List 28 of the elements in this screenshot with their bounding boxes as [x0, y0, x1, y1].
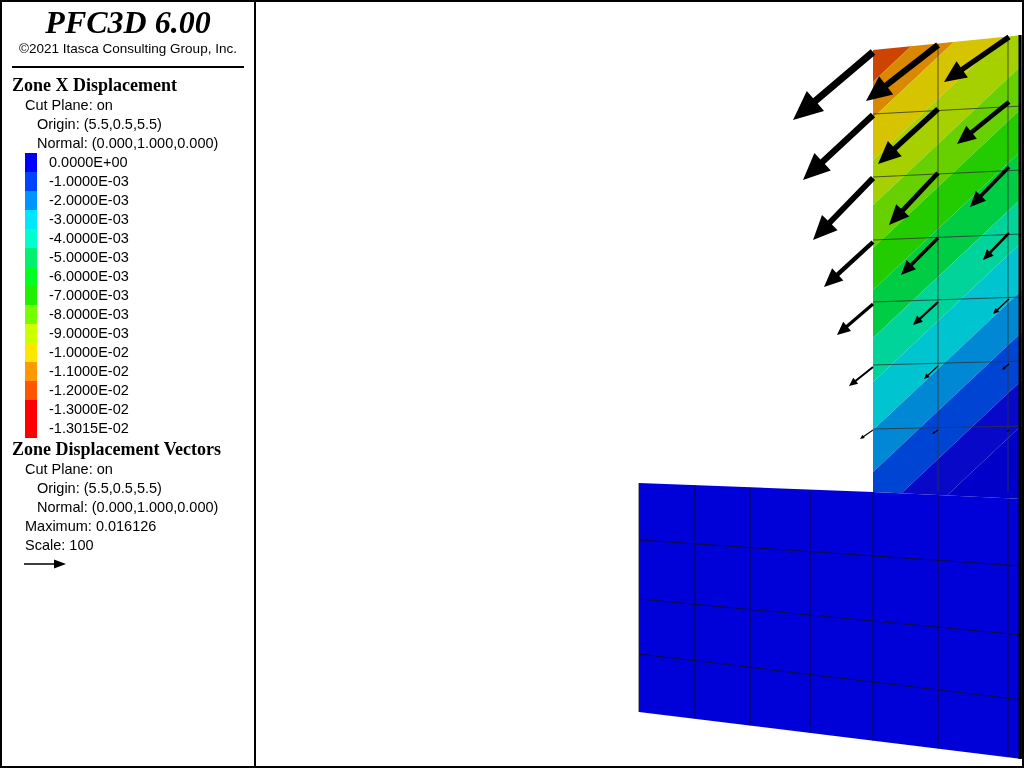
level-label: -1.0000E-02 — [48, 343, 129, 362]
arrow-icon — [24, 558, 66, 570]
level-label: 0.0000E+00 — [48, 153, 128, 172]
level-label: -1.3015E-02 — [48, 419, 129, 438]
copyright-text: ©2021 Itasca Consulting Group, Inc. — [18, 40, 238, 58]
maximum-text: Maximum: 0.016126 — [24, 517, 158, 536]
level-label: -2.0000E-03 — [48, 191, 129, 210]
level-label: -6.0000E-03 — [48, 267, 129, 286]
level-label: -1.2000E-02 — [48, 381, 129, 400]
level-label: -3.0000E-03 — [48, 210, 129, 229]
level-label: -1.0000E-03 — [48, 172, 129, 191]
scale-text: Scale: 100 — [24, 536, 95, 555]
normal-text: Normal: (0.000,1.000,0.000) — [36, 134, 220, 153]
level-label: -8.0000E-03 — [48, 305, 129, 324]
normal-text: Normal: (0.000,1.000,0.000) — [36, 498, 220, 517]
origin-text: Origin: (5.5,0.5,5.5) — [36, 479, 163, 498]
level-label: -1.3000E-02 — [48, 400, 129, 419]
level-label: -5.0000E-03 — [48, 248, 129, 267]
cut-plane-text: Cut Plane: on — [24, 460, 114, 479]
level-label: -7.0000E-03 — [48, 286, 129, 305]
level-label: -9.0000E-03 — [48, 324, 129, 343]
program-title: PFC3D 6.00 — [44, 4, 212, 40]
cut-plane-text: Cut Plane: on — [24, 96, 114, 115]
legend-heading: Zone Displacement Vectors — [12, 438, 222, 460]
origin-text: Origin: (5.5,0.5,5.5) — [36, 115, 163, 134]
level-label: -4.0000E-03 — [48, 229, 129, 248]
legend-heading: Zone X Displacement — [12, 74, 178, 96]
level-label: -1.1000E-02 — [48, 362, 129, 381]
